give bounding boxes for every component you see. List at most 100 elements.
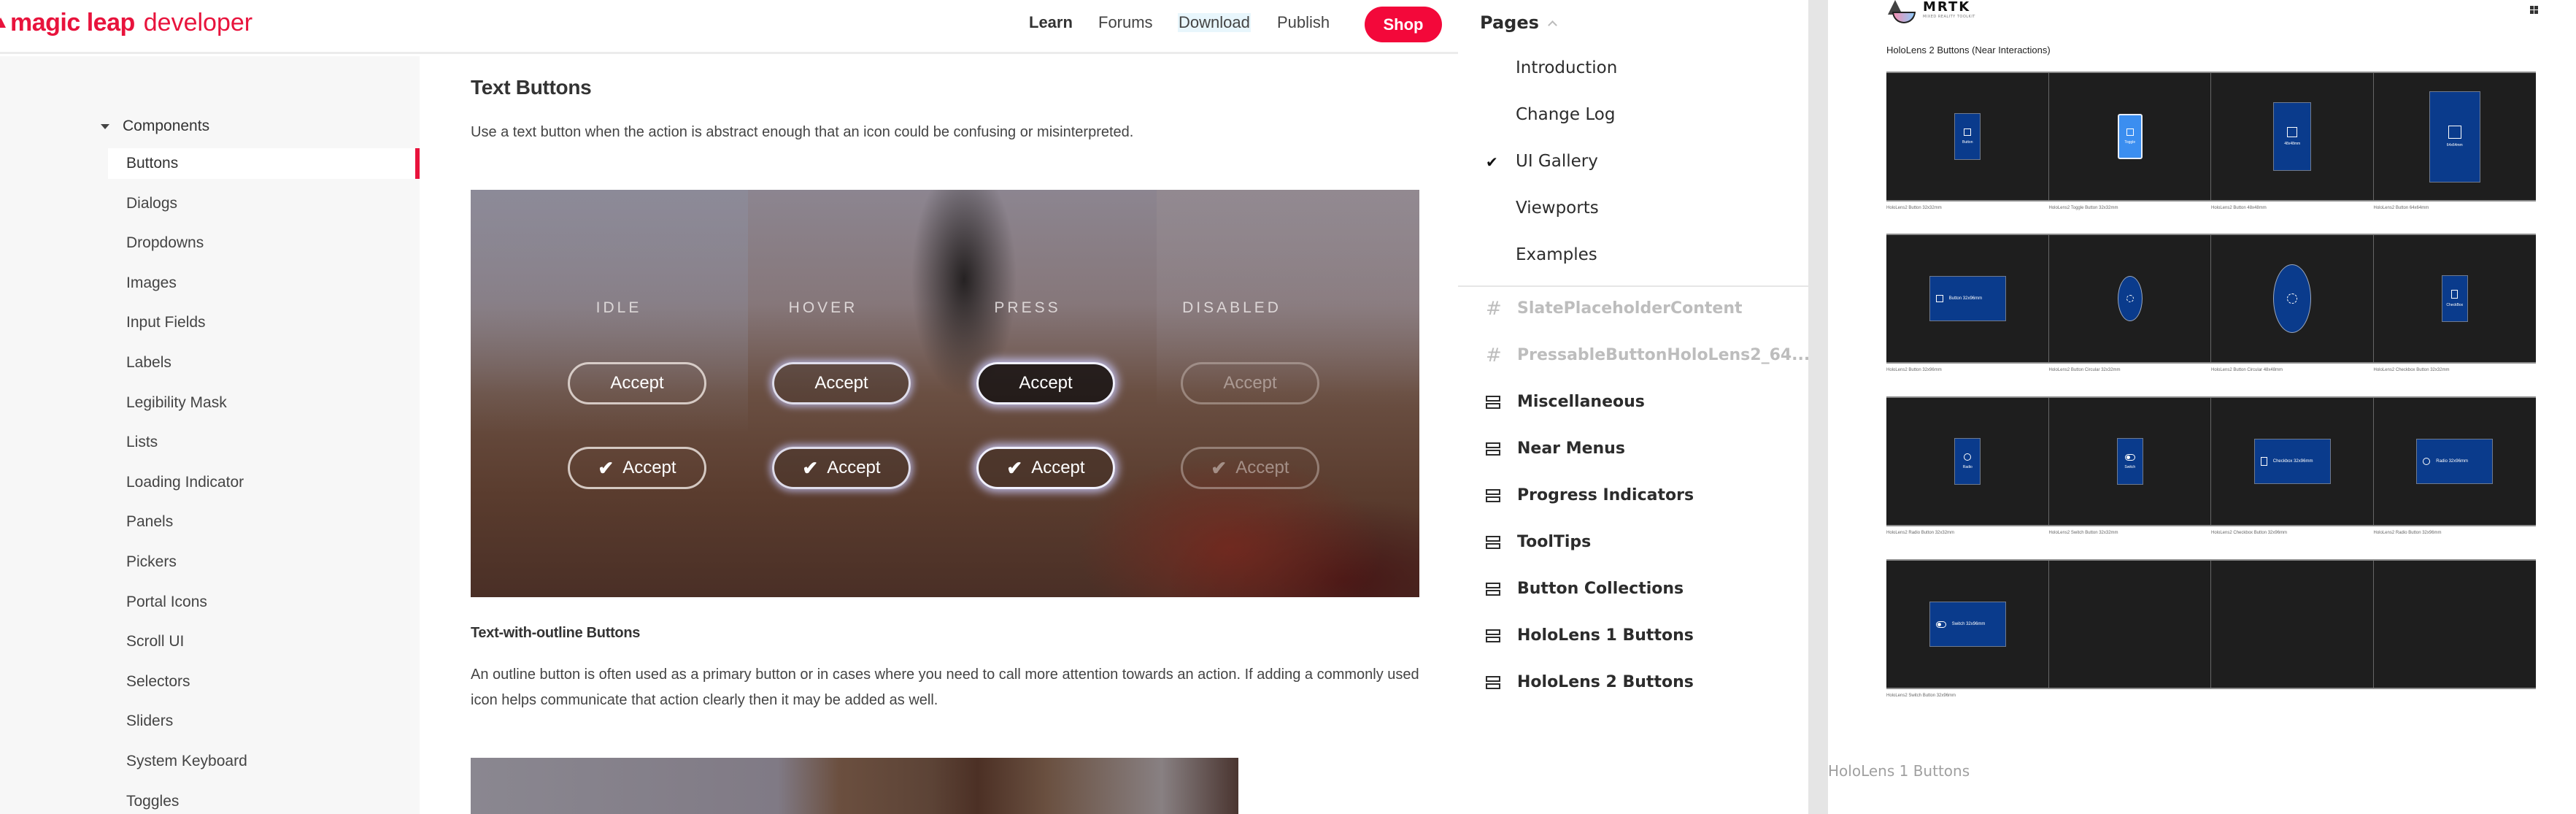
sidebar-item-label: Labels xyxy=(126,354,171,371)
page-item-examples[interactable]: Examples xyxy=(1516,245,1597,264)
component-frame[interactable]: 48x48mm xyxy=(2211,73,2374,200)
hololens2-switch-button[interactable]: Switch xyxy=(2116,438,2143,485)
hololens2-checkbox-32x96mm-button[interactable]: Checkbox 32x96mm xyxy=(2253,439,2331,484)
component-frame[interactable]: Radio xyxy=(1886,398,2049,525)
mrtk-logo-icon xyxy=(1886,0,1918,26)
button-label: CheckBox xyxy=(2446,303,2464,307)
component-frame[interactable]: CheckBox xyxy=(2374,235,2537,362)
button-label: Switch xyxy=(2124,464,2136,469)
sidebar-item-portal-icons[interactable]: Portal Icons xyxy=(108,587,420,618)
component-frame[interactable]: Button xyxy=(1886,73,2049,200)
section-stack-icon xyxy=(1486,488,1500,503)
hololens2-round32-button[interactable] xyxy=(2117,276,2143,321)
button-label: Button 32x96mm xyxy=(1948,296,1983,301)
layer-item[interactable]: HoloLens 1 Buttons xyxy=(1486,626,1694,645)
chevron-up-icon[interactable] xyxy=(1548,20,1557,30)
hololens2-button-32x96mm-button[interactable]: Button 32x96mm xyxy=(1929,276,2006,321)
component-frame[interactable] xyxy=(2211,235,2374,362)
demo-accept-press: Accept xyxy=(976,362,1115,404)
button-label: Toggle xyxy=(2124,140,2136,145)
sidebar-item-dropdowns[interactable]: Dropdowns xyxy=(108,228,420,258)
hololens2-48x48mm-button[interactable]: 48x48mm xyxy=(2273,102,2312,171)
page-item-introduction[interactable]: Introduction xyxy=(1516,58,1617,77)
accept-label: Accept xyxy=(1235,458,1289,477)
sidebar-item-panels[interactable]: Panels xyxy=(108,507,420,537)
nav-download[interactable]: Download xyxy=(1178,13,1251,32)
panel-resize-gutter[interactable] xyxy=(1808,0,1828,814)
cube-icon xyxy=(2448,126,2461,139)
sidebar-group-label: Components xyxy=(123,118,210,134)
hololens2-checkbox-button[interactable]: CheckBox xyxy=(2441,275,2468,322)
component-frame[interactable] xyxy=(2049,235,2211,362)
pages-header[interactable]: Pages xyxy=(1480,12,1557,33)
sidebar-item-label: Scroll UI xyxy=(126,633,185,650)
sidebar-item-dialogs[interactable]: Dialogs xyxy=(108,188,420,219)
layer-item[interactable]: Near Menus xyxy=(1486,439,1625,458)
sidebar-item-lists[interactable]: Lists xyxy=(108,427,420,458)
section-stack-icon xyxy=(1486,675,1500,690)
hololens2-round48-button[interactable] xyxy=(2273,264,2312,333)
hololens2-toggle-button[interactable]: Toggle xyxy=(2117,114,2143,159)
layer-item[interactable]: Progress Indicators xyxy=(1486,486,1694,504)
sidebar-item-input-fields[interactable]: Input Fields xyxy=(108,307,420,338)
sidebar-item-toggles[interactable]: Toggles xyxy=(108,786,420,814)
layer-item[interactable]: Miscellaneous xyxy=(1486,393,1645,411)
sidebar-item-scroll-ui[interactable]: Scroll UI xyxy=(108,626,420,657)
component-frame[interactable] xyxy=(2049,561,2211,688)
sidebar-item-label: Legibility Mask xyxy=(126,393,227,411)
layer-item-label: Button Collections xyxy=(1517,580,1684,598)
component-frame[interactable]: Radio 32x96mm xyxy=(2374,398,2537,525)
layer-item[interactable]: # PressableButtonHoloLens2_64... xyxy=(1486,346,1810,365)
component-frame[interactable]: 64x64mm xyxy=(2374,73,2537,200)
layer-item[interactable]: ToolTips xyxy=(1486,533,1591,551)
mrtk-subtitle: MIXED REALITY TOOLKIT xyxy=(1923,15,1975,19)
accept-label: Accept xyxy=(610,373,664,393)
sidebar-item-legibility-mask[interactable]: Legibility Mask xyxy=(108,388,420,418)
component-frame[interactable]: Button 32x96mm xyxy=(1886,235,2049,362)
nav-learn[interactable]: Learn xyxy=(1029,13,1073,32)
sidebar-item-labels[interactable]: Labels xyxy=(108,348,420,378)
sidebar-item-images[interactable]: Images xyxy=(108,268,420,299)
layer-item[interactable]: # SlatePlaceholderContent xyxy=(1486,299,1743,318)
component-frame[interactable]: Switch 32x96mm xyxy=(1886,561,2049,688)
sidebar-item-selectors[interactable]: Selectors xyxy=(108,667,420,697)
frame-label-hololens1[interactable]: HoloLens 1 Buttons xyxy=(1828,762,1970,780)
sidebar-item-system-keyboard[interactable]: System Keyboard xyxy=(108,746,420,777)
hololens2-radio-button[interactable]: Radio xyxy=(1954,438,1981,485)
sidebar-group-components[interactable]: Components xyxy=(101,118,209,135)
page-item-change-log[interactable]: Change Log xyxy=(1516,105,1615,124)
hololens2-64x64mm-button[interactable]: 64x64mm xyxy=(2429,91,2480,183)
component-frame[interactable] xyxy=(2374,561,2537,688)
accept-label: Accept xyxy=(1223,373,1277,393)
component-frame[interactable]: Checkbox 32x96mm xyxy=(2211,398,2374,525)
mrtk-name: MRTK xyxy=(1923,0,1971,15)
sidebar-item-pickers[interactable]: Pickers xyxy=(108,547,420,577)
layer-item[interactable]: Button Collections xyxy=(1486,580,1684,598)
page-item-viewports[interactable]: Viewports xyxy=(1516,199,1599,218)
sidebar-item-sliders[interactable]: Sliders xyxy=(108,706,420,737)
state-label-press: PRESS xyxy=(994,299,1061,316)
sidebar-item-buttons[interactable]: Buttons xyxy=(108,148,420,179)
hololens2-radio-32x96mm-button[interactable]: Radio 32x96mm xyxy=(2416,439,2494,484)
page-item-ui-gallery[interactable]: UI Gallery xyxy=(1516,152,1598,171)
radio-icon xyxy=(2423,458,2431,465)
caret-down-icon xyxy=(101,123,109,129)
site-logo[interactable]: magic leap developer xyxy=(0,6,252,39)
nav-publish[interactable]: Publish xyxy=(1277,13,1330,32)
accept-label: Accept xyxy=(622,458,676,477)
component-frame[interactable]: Toggle xyxy=(2049,73,2211,200)
shop-button[interactable]: Shop xyxy=(1365,7,1442,42)
component-frame[interactable]: Switch xyxy=(2049,398,2211,525)
hololens2-button-button[interactable]: Button xyxy=(1954,113,1981,160)
sidebar-item-label: Images xyxy=(126,274,177,291)
layer-item[interactable]: HoloLens 2 Buttons xyxy=(1486,673,1694,691)
design-canvas[interactable]: MRTK MIXED REALITY TOOLKIT HoloLens 2 Bu… xyxy=(1828,0,2576,814)
nav-forums[interactable]: Forums xyxy=(1098,13,1153,32)
sidebar-item-loading-indicator[interactable]: Loading Indicator xyxy=(108,467,420,498)
gear-icon xyxy=(2287,293,2298,304)
hololens2-switch-32x96mm-button[interactable]: Switch 32x96mm xyxy=(1929,602,2006,647)
section-stack-icon xyxy=(1486,582,1500,596)
layer-item-label: Miscellaneous xyxy=(1517,393,1645,411)
sidebar-item-label: Buttons xyxy=(126,155,179,172)
component-frame[interactable] xyxy=(2211,561,2374,688)
